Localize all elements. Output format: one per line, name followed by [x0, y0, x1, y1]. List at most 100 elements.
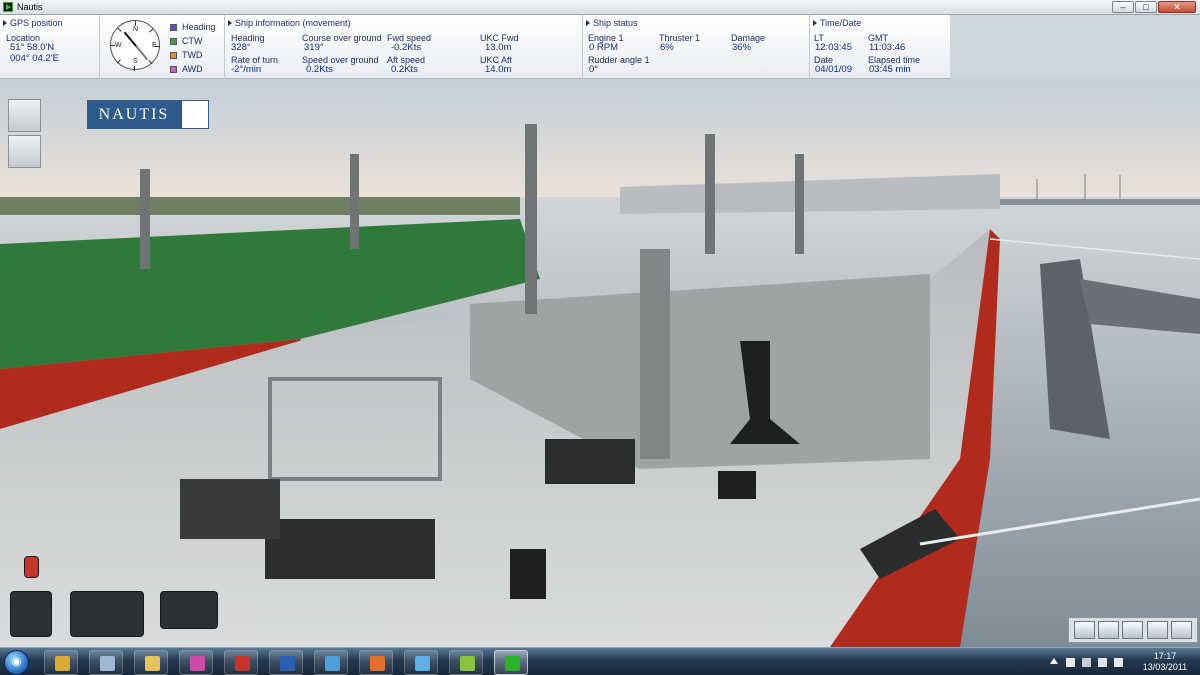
harbour-scene — [0, 79, 1200, 647]
far-shore — [970, 199, 1200, 205]
ship-status-title[interactable]: Ship status — [586, 18, 638, 28]
compass-section: N E S W Heading CTW TWD AWD — [100, 15, 225, 79]
twd-swatch — [170, 51, 177, 59]
taskbar-app-pdf[interactable] — [224, 650, 258, 675]
calculator-icon — [100, 656, 115, 671]
nautis-logo: NAUTIS — [87, 100, 209, 129]
wave-logo-icon — [181, 100, 209, 129]
winch-1 — [545, 439, 635, 484]
maximize-button[interactable]: □ — [1135, 1, 1157, 13]
latitude-value: 51° 58.0'N — [10, 42, 55, 53]
monitor-icon[interactable] — [1082, 658, 1091, 667]
thruster-value: 6% — [660, 42, 674, 53]
date-value: 04/01/09 — [815, 64, 852, 75]
taskbar-app-word[interactable] — [269, 650, 303, 675]
bow-thruster-dial[interactable] — [70, 591, 144, 637]
taskbar-app-firefox[interactable] — [359, 650, 393, 675]
alarm-indicator[interactable] — [24, 556, 39, 578]
app-icon — [3, 2, 13, 12]
hud-panel: GPS position Location 51° 58.0'N 004° 04… — [0, 15, 950, 79]
winch-2 — [265, 519, 435, 579]
ukc-fwd-value: 13.0m — [485, 42, 512, 53]
ship-info-section: Ship information (movement) Heading 328°… — [225, 15, 583, 79]
windlass — [180, 479, 280, 539]
damage-value: 36% — [732, 42, 752, 53]
gps-section: GPS position Location 51° 58.0'N 004° 04… — [0, 15, 100, 79]
heading-value: 328° — [231, 42, 251, 53]
taskbar-app-explorer[interactable] — [134, 650, 168, 675]
fairlead — [718, 471, 756, 499]
ship-status-section: Ship status Engine 1 0 RPM Thruster 1 6%… — [583, 15, 810, 79]
view-toolbar-button-5[interactable] — [1171, 621, 1193, 639]
close-button[interactable]: ✕ — [1158, 1, 1196, 13]
crest-icon — [55, 656, 70, 671]
collapse-icon — [586, 20, 590, 26]
view-toolbar-button-3[interactable] — [1122, 621, 1144, 639]
gps-section-title[interactable]: GPS position — [3, 18, 63, 28]
taskbar-app-crest[interactable] — [44, 650, 78, 675]
network-icon — [460, 656, 475, 671]
compass-w: W — [115, 42, 122, 49]
awd-swatch — [170, 65, 177, 73]
time-section-title[interactable]: Time/Date — [813, 18, 861, 28]
simulation-viewport[interactable]: NAUTIS — [0, 79, 1200, 647]
minimize-button[interactable]: – — [1112, 1, 1134, 13]
vent-post — [640, 249, 670, 459]
shoreline — [0, 197, 520, 215]
view-toolbar-button-1[interactable] — [1073, 621, 1095, 639]
sky — [0, 79, 1200, 209]
folder-icon — [145, 656, 160, 671]
heading-needle — [123, 31, 149, 61]
taskbar-app-network[interactable] — [449, 650, 483, 675]
engine-value: 0 RPM — [589, 42, 619, 53]
time-section: Time/Date LT 12:03:45 GMT 11:03:46 Date … — [810, 15, 950, 79]
taskbar-app-notes[interactable] — [404, 650, 438, 675]
taskbar-app-calculator[interactable] — [89, 650, 123, 675]
ship-view-button[interactable] — [8, 99, 41, 132]
taskbar-app-paint[interactable] — [179, 650, 213, 675]
ship-info-title[interactable]: Ship information (movement) — [228, 18, 351, 28]
bollard — [510, 549, 546, 599]
legend-ctw: CTW — [170, 36, 203, 46]
heading-swatch — [170, 23, 177, 31]
legend-awd: AWD — [170, 64, 203, 74]
word-icon — [280, 656, 295, 671]
legend-heading: Heading — [170, 22, 216, 32]
pdf-icon — [235, 656, 250, 671]
mast-5 — [140, 169, 150, 269]
clock-time: 17:17 — [1153, 651, 1177, 661]
aft-speed-value: 0.2Kts — [391, 64, 418, 75]
mast-2 — [705, 134, 715, 254]
firefox-icon — [370, 656, 385, 671]
flag-icon[interactable] — [1066, 658, 1075, 667]
sog-value: 0.2Kts — [306, 64, 333, 75]
window-title: Nautis — [17, 2, 43, 12]
show-hidden-icons-icon[interactable] — [1050, 658, 1058, 664]
rudder-control[interactable] — [160, 591, 218, 629]
window-titlebar: Nautis – □ ✕ — [0, 0, 1200, 15]
gmt-value: 11:03:46 — [869, 42, 906, 53]
network-signal-icon[interactable] — [1098, 658, 1107, 667]
taskbar-app-messenger[interactable] — [314, 650, 348, 675]
view-toolbar-button-4[interactable] — [1146, 621, 1168, 639]
fwd-speed-value: -0.2Kts — [391, 42, 422, 53]
start-button[interactable]: ◉ — [4, 650, 29, 675]
rot-value: -2°/min — [231, 64, 262, 75]
collapse-icon — [813, 20, 817, 26]
messenger-icon — [325, 656, 340, 671]
lt-value: 12:03:45 — [815, 42, 852, 53]
ctw-swatch — [170, 37, 177, 45]
taskbar-clock[interactable]: 17:17 13/03/2011 — [1136, 651, 1194, 673]
windows-taskbar: ◉ 17:17 13/03/2011 — [0, 647, 1200, 675]
view-toolbar-button-2[interactable] — [1098, 621, 1120, 639]
taskbar-app-nautis[interactable] — [494, 650, 528, 675]
elapsed-value: 03:45 min — [869, 64, 911, 75]
volume-icon[interactable] — [1114, 658, 1123, 667]
collapse-icon — [228, 20, 232, 26]
ship-side-view-button[interactable] — [8, 135, 41, 168]
system-tray: 17:17 13/03/2011 — [1044, 650, 1194, 675]
engine-telegraph-control[interactable] — [10, 591, 52, 637]
mast-1 — [525, 124, 537, 314]
ukc-aft-value: 14.0m — [485, 64, 512, 75]
clock-date: 13/03/2011 — [1142, 662, 1188, 672]
